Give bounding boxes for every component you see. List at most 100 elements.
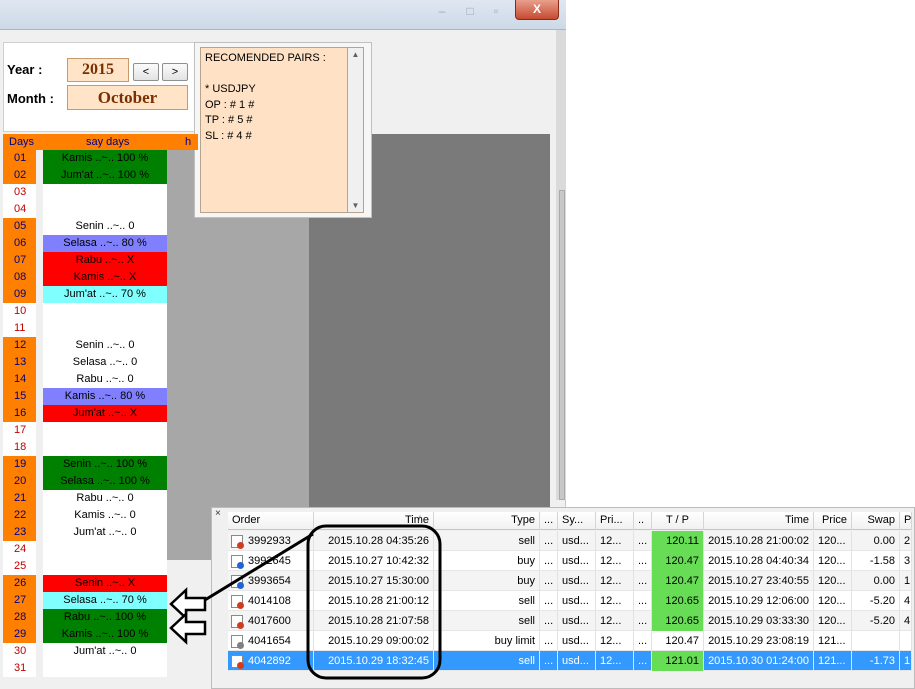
scroll-up-icon[interactable]: ▲	[348, 50, 363, 59]
sort-indicator-icon: /	[418, 514, 421, 524]
col-ellipsis-cell: ...	[634, 611, 652, 631]
col-type-cell: buy limit	[434, 631, 540, 651]
col-ellipsis-cell: ...	[634, 531, 652, 551]
recommended-line: OP : # 1 #	[205, 98, 255, 111]
year-label: Year :	[7, 62, 43, 77]
col-ellipsis-cell: ...	[540, 551, 558, 571]
day-description	[43, 541, 167, 558]
day-row: 08 Kamis ..~.. X	[3, 269, 167, 286]
col-close-price-cell: 121...	[814, 631, 852, 651]
col-tp-header[interactable]: T / P	[652, 512, 704, 530]
col-time-cell: 2015.10.29 18:32:45	[314, 651, 434, 671]
col-type-cell: buy	[434, 571, 540, 591]
col-price-cell: 12...	[596, 611, 634, 631]
year-field[interactable]: 2015	[67, 58, 129, 82]
day-description: Selasa ..~.. 100 %	[43, 473, 167, 490]
terminal-window: × Order Time Type... Sy... Pri..... T / P Time…	[211, 507, 915, 689]
window-scrollbar[interactable]	[559, 190, 565, 500]
col-close-time-cell: 2015.10.29 03:33:30	[704, 611, 814, 631]
col-price-cell: 12...	[596, 531, 634, 551]
col-profit-cell: 1...	[900, 651, 912, 671]
col-close-time-cell: 2015.10.28 21:00:02	[704, 531, 814, 551]
day-row: 04	[3, 201, 167, 218]
col-ellipsis-cell: ...	[540, 651, 558, 671]
terminal-close-icon[interactable]: ×	[215, 508, 221, 519]
title-bar: – □ ▫ X	[0, 0, 566, 30]
col-close-price-cell: 120...	[814, 531, 852, 551]
col-type-header[interactable]: Type	[434, 512, 540, 530]
col-time-cell: 2015.10.28 21:00:12	[314, 591, 434, 611]
day-row: 11	[3, 320, 167, 337]
day-description	[43, 422, 167, 439]
col-swap-cell	[852, 631, 900, 651]
trade-row[interactable]: 4017600 2015.10.28 21:07:58 sell... usd... 1…	[228, 611, 912, 631]
order-icon	[231, 575, 244, 589]
col-close-time-cell: 2015.10.27 23:40:55	[704, 571, 814, 591]
header-h: h	[185, 136, 192, 148]
order-icon	[231, 655, 244, 669]
day-number: 03	[3, 184, 36, 201]
calendar-panel: Year : 2015 < > Month : October	[3, 42, 196, 132]
trade-row[interactable]: 3993654 2015.10.27 15:30:00 buy... usd... 12…	[228, 571, 912, 591]
col-swap-header[interactable]: Swap	[852, 512, 900, 530]
day-number: 11	[3, 320, 36, 337]
col-symbol-header[interactable]: Sy...	[558, 512, 596, 530]
col-price-cell: 12...	[596, 571, 634, 591]
scroll-down-icon[interactable]: ▼	[348, 201, 363, 210]
day-description	[43, 201, 167, 218]
day-row: 03	[3, 184, 167, 201]
day-description	[43, 303, 167, 320]
maximize-icon[interactable]: □	[458, 2, 482, 20]
order-icon	[231, 595, 244, 609]
col-symbol-cell: usd...	[558, 631, 596, 651]
day-row: 24	[3, 541, 167, 558]
col-price-cell: 12...	[596, 631, 634, 651]
day-row: 15 Kamis ..~.. 80 %	[3, 388, 167, 405]
day-description: Selasa ..~.. 80 %	[43, 235, 167, 252]
day-row: 27 Selasa ..~.. 70 %	[3, 592, 167, 609]
day-row: 10	[3, 303, 167, 320]
col-ellipsis-cell: ...	[540, 631, 558, 651]
col-close-price-header[interactable]: Price	[814, 512, 852, 530]
day-row: 02 Jum'at ..~.. 100 %	[3, 167, 167, 184]
minimize-icon[interactable]: –	[430, 2, 454, 20]
trade-row[interactable]: 3992933 2015.10.28 04:35:26 sell... usd... 1…	[228, 531, 912, 551]
trade-row[interactable]: 4042892 2015.10.29 18:32:45 sell... usd... 1…	[228, 651, 912, 671]
day-row: 19 Senin ..~.. 100 %	[3, 456, 167, 473]
close-button[interactable]: X	[515, 0, 559, 20]
day-description: Senin ..~.. 100 %	[43, 456, 167, 473]
day-number: 12	[3, 337, 36, 354]
day-description	[43, 660, 167, 677]
day-description	[43, 320, 167, 337]
col-type-cell: sell	[434, 591, 540, 611]
next-year-button[interactable]: >	[162, 63, 188, 81]
day-description: Rabu ..~.. 0	[43, 490, 167, 507]
col-close-time-header[interactable]: Time	[704, 512, 814, 530]
col-price-cell: 12...	[596, 551, 634, 571]
recommended-scrollbar[interactable]: ▲ ▼	[348, 47, 364, 213]
col-ellipsis-header[interactable]: ..	[634, 512, 652, 530]
col-price-header[interactable]: Pri...	[596, 512, 634, 530]
col-order-header[interactable]: Order	[228, 512, 314, 530]
restore-icon[interactable]: ▫	[484, 2, 508, 20]
day-number: 25	[3, 558, 36, 575]
day-description	[43, 184, 167, 201]
day-description: Senin ..~.. 0	[43, 337, 167, 354]
col-time-header[interactable]: Time	[314, 512, 434, 530]
col-ellipsis-cell: ...	[540, 611, 558, 631]
col-ellipsis-cell: ...	[540, 591, 558, 611]
col-profit-header[interactable]: P...	[900, 512, 912, 530]
month-field[interactable]: October	[67, 85, 188, 110]
trade-row[interactable]: 3992645 2015.10.27 10:42:32 buy... usd... 12…	[228, 551, 912, 571]
day-row: 23 Jum'at ..~.. 0	[3, 524, 167, 541]
day-number: 02	[3, 167, 36, 184]
header-days: Days	[9, 136, 35, 148]
prev-year-button[interactable]: <	[133, 63, 159, 81]
day-description	[43, 439, 167, 456]
day-number: 23	[3, 524, 36, 541]
trade-row[interactable]: 4014108 2015.10.28 21:00:12 sell... usd... 1…	[228, 591, 912, 611]
col-ellipsis-header[interactable]: ...	[540, 512, 558, 530]
day-description: Rabu ..~.. 0	[43, 371, 167, 388]
trade-row[interactable]: 4041654 2015.10.29 09:00:02 buy limit... us…	[228, 631, 912, 651]
recommended-pairs-text[interactable]: RECOMENDED PAIRS : * USDJPY OP : # 1 # TP :…	[200, 47, 348, 213]
